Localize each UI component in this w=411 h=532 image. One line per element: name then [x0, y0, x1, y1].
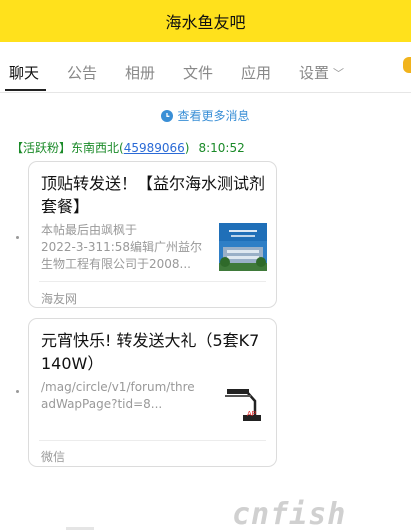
card-desc-line: 生物工程有限公司于2008...	[41, 257, 191, 271]
tab-bar: 聊天 公告 相册 文件 应用 设置 ﹀	[0, 42, 411, 93]
card-desc-line: /mag/circle/v1/forum/thre	[41, 380, 195, 394]
card-desc-line: adWapPage?tid=8...	[41, 397, 163, 411]
card-desc-line: 2022-3-311:58编辑广州益尔	[41, 240, 203, 254]
message-bullet	[16, 236, 19, 239]
site-watermark: cnfish	[232, 497, 347, 532]
view-more-messages-label: 查看更多消息	[177, 109, 250, 123]
lamp-product-icon: AP	[219, 383, 267, 431]
tab-files[interactable]: 文件	[183, 62, 213, 83]
card-divider	[39, 281, 266, 282]
card-description: 本帖最后由飒枫于 2022-3-311:58编辑广州益尔 生物工程有限公司于20…	[41, 222, 202, 273]
chevron-down-icon: ﹀	[333, 67, 345, 80]
sender-suffix: )	[184, 141, 190, 155]
view-more-messages-link[interactable]: 查看更多消息	[0, 107, 411, 124]
share-card[interactable]: 元宵快乐! 转发送大礼（5套K7 140W） /mag/circle/v1/fo…	[28, 318, 277, 467]
card-source: 海友网	[41, 292, 78, 306]
tab-settings-label: 设置	[299, 64, 330, 82]
group-title: 海水鱼友吧	[165, 13, 246, 32]
message-bullet	[16, 390, 19, 393]
tab-apps[interactable]: 应用	[241, 62, 271, 83]
sender-qq-link[interactable]: 45989066	[124, 141, 185, 155]
sender-name: 【活跃粉】东南西北(	[11, 141, 124, 155]
tab-chat[interactable]: 聊天	[9, 62, 39, 83]
card-description: /mag/circle/v1/forum/thre adWapPage?tid=…	[41, 379, 195, 413]
building-photo-icon	[219, 223, 267, 271]
message-sender: 【活跃粉】东南西北(45989066) 8:10:52	[11, 139, 245, 156]
tab-settings[interactable]: 设置 ﹀	[299, 62, 344, 83]
share-card[interactable]: 顶贴转发送！【益尔海水测试剂套餐】 本帖最后由飒枫于 2022-3-311:58…	[28, 161, 277, 308]
active-tab-indicator	[5, 89, 46, 91]
card-title: 顶贴转发送！【益尔海水测试剂套餐】	[41, 174, 266, 216]
side-panel-handle-icon[interactable]	[403, 57, 411, 73]
scroll-indicator	[66, 527, 94, 530]
svg-text:AP: AP	[247, 411, 257, 418]
card-title: 元宵快乐! 转发送大礼（5套K7 140W）	[41, 331, 260, 373]
card-desc-line: 本帖最后由飒枫于	[41, 223, 138, 237]
clock-icon	[161, 110, 174, 122]
message-time: 8:10:52	[198, 141, 245, 155]
title-bar: 海水鱼友吧	[0, 0, 411, 42]
tab-announcement[interactable]: 公告	[67, 62, 97, 83]
card-source: 微信	[41, 450, 66, 464]
tab-album[interactable]: 相册	[125, 62, 155, 83]
card-divider	[39, 440, 266, 441]
